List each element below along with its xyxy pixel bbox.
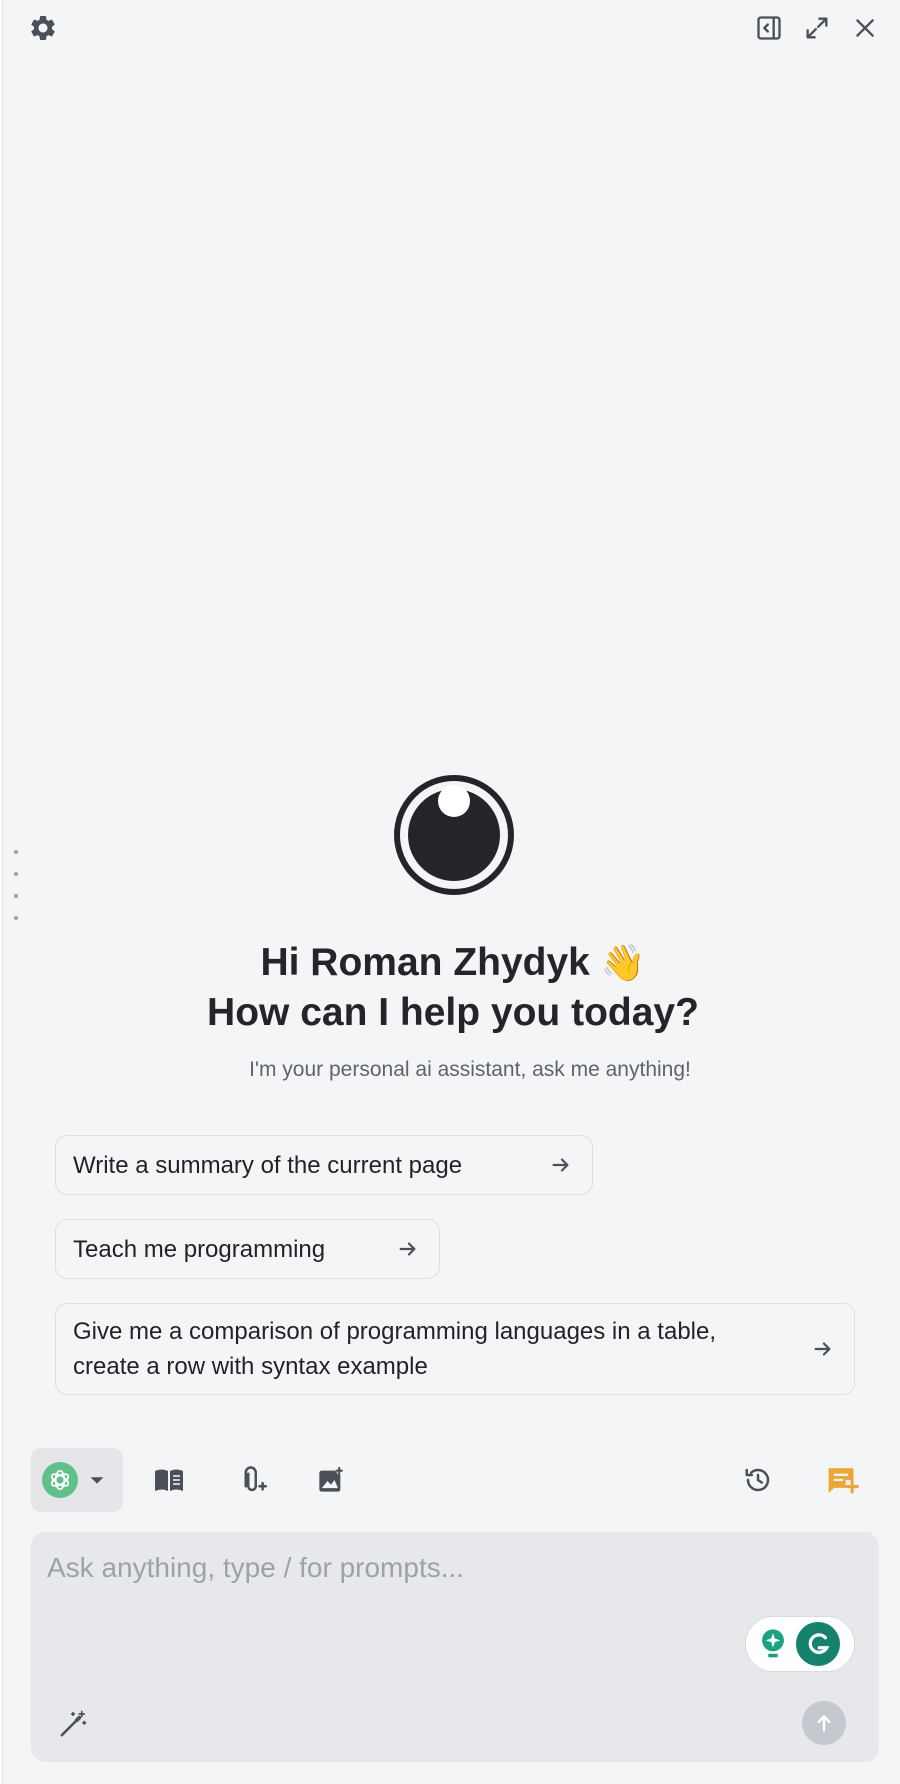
sidebar-toggle-button[interactable]: [751, 10, 787, 46]
lightbulb-icon: [762, 1629, 784, 1658]
handle-dot: [14, 850, 18, 854]
new-chat-button[interactable]: [823, 1460, 863, 1500]
close-icon: [856, 19, 874, 37]
greeting-line-1: Hi Roman Zhydyk 👋: [260, 941, 646, 984]
settings-button[interactable]: [25, 10, 61, 46]
grammarly-icon: [796, 1622, 840, 1666]
assistant-logo-icon: [394, 775, 514, 895]
new-chat-icon: [828, 1468, 859, 1494]
handle-dot: [14, 872, 18, 876]
add-image-button[interactable]: [313, 1462, 349, 1498]
greeting: Hi Roman Zhydyk 👋 How can I help you tod…: [3, 938, 900, 1038]
subtitle: I'm your personal ai assistant, ask me a…: [249, 1058, 691, 1081]
grammarly-widget[interactable]: [745, 1616, 855, 1672]
resize-handle[interactable]: [11, 850, 21, 920]
image-add-icon: [319, 1467, 343, 1492]
suggestion-label: Teach me programming: [73, 1235, 326, 1263]
arrow-right-icon: [812, 1338, 854, 1360]
attach-button[interactable]: [234, 1462, 270, 1498]
gear-icon: [31, 15, 55, 41]
suggestion-summary[interactable]: Write a summary of the current page: [55, 1135, 593, 1195]
arrow-up-icon: [817, 1715, 831, 1732]
arrow-right-icon: [397, 1238, 439, 1260]
send-button[interactable]: [802, 1701, 846, 1745]
openai-icon: [42, 1462, 78, 1498]
suggestion-label: Write a summary of the current page: [73, 1151, 463, 1179]
chevron-down-icon: [90, 1477, 104, 1484]
composer: [31, 1532, 879, 1762]
model-selector[interactable]: [31, 1448, 123, 1512]
attach-icon: [244, 1466, 267, 1492]
handle-dot: [14, 916, 18, 920]
greeting-line-2: How can I help you today?: [207, 991, 699, 1034]
history-icon: [745, 1468, 770, 1492]
book-icon: [155, 1469, 183, 1491]
suggestion-label: Give me a comparison of programming lang…: [73, 1318, 717, 1380]
wave-emoji: 👋: [600, 942, 646, 983]
arrow-right-icon: [550, 1154, 592, 1176]
close-button[interactable]: [847, 10, 883, 46]
prompt-input[interactable]: [47, 1552, 847, 1612]
assistant-panel: Hi Roman Zhydyk 👋 How can I help you tod…: [2, 0, 900, 1784]
prompt-magic-button[interactable]: [55, 1706, 91, 1742]
sidebar-toggle-icon: [757, 16, 781, 40]
expand-button[interactable]: [799, 10, 835, 46]
handle-dot: [14, 894, 18, 898]
magic-wand-icon: [60, 1710, 87, 1737]
suggestion-comparison[interactable]: Give me a comparison of programming lang…: [55, 1303, 855, 1395]
expand-icon: [806, 17, 828, 39]
suggestion-programming[interactable]: Teach me programming: [55, 1219, 440, 1279]
history-button[interactable]: [740, 1462, 776, 1498]
book-button[interactable]: [151, 1462, 187, 1498]
